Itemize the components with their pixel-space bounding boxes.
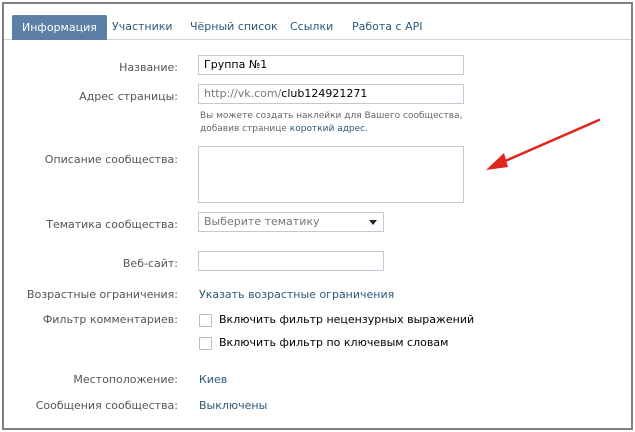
tab-blacklist[interactable]: Чёрный список — [180, 16, 288, 39]
filter-keywords-label[interactable]: Включить фильтр по ключевым словам — [219, 336, 448, 349]
filter-obscene-row[interactable]: Включить фильтр нецензурных выражений — [199, 313, 474, 327]
topic-select[interactable]: Выберите тематику — [198, 212, 384, 232]
tab-bar: Информация Участники Чёрный список Ссылк… — [4, 4, 631, 40]
filter-obscene-checkbox[interactable] — [199, 314, 212, 327]
address-input[interactable]: http://vk.com/club124921271 — [198, 84, 464, 104]
description-textarea[interactable] — [198, 146, 464, 203]
filter-obscene-label[interactable]: Включить фильтр нецензурных выражений — [219, 313, 474, 326]
short-address-link[interactable]: короткий адрес — [290, 124, 365, 134]
website-input[interactable] — [198, 251, 384, 271]
filter-keywords-row[interactable]: Включить фильтр по ключевым словам — [199, 336, 459, 350]
messages-label: Сообщения сообщества: — [35, 399, 178, 412]
filter-label: Фильтр комментариев: — [42, 313, 178, 326]
topic-select-value: Выберите тематику — [204, 215, 320, 228]
tab-api[interactable]: Работа с API — [342, 16, 432, 39]
name-input[interactable]: Группа №1 — [198, 55, 464, 75]
address-hint: Вы можете создать наклейки для Вашего со… — [200, 110, 462, 136]
address-hint-line1: Вы можете создать наклейки для Вашего со… — [200, 111, 463, 121]
tab-information[interactable]: Информация — [12, 15, 107, 40]
address-hint-line2: добавив странице короткий адрес. — [200, 124, 369, 134]
settings-panel: Информация Участники Чёрный список Ссылк… — [2, 2, 633, 430]
tab-links[interactable]: Ссылки — [280, 16, 343, 39]
topic-label: Тематика сообщества: — [46, 218, 178, 231]
location-link[interactable]: Киев — [199, 373, 227, 386]
age-label: Возрастные ограничения: — [27, 288, 178, 301]
description-label: Описание сообщества: — [44, 153, 178, 166]
messages-link[interactable]: Выключены — [199, 399, 267, 412]
tab-members[interactable]: Участники — [102, 16, 183, 39]
address-prefix: http://vk.com/ — [204, 87, 282, 100]
age-restrictions-link[interactable]: Указать возрастные ограничения — [199, 288, 394, 301]
location-label: Местоположение: — [73, 373, 178, 386]
name-input-value: Группа №1 — [204, 58, 268, 71]
name-label: Название: — [119, 61, 178, 74]
chevron-down-icon — [369, 220, 377, 225]
address-value: club124921271 — [281, 87, 368, 100]
website-label: Веб-сайт: — [122, 257, 178, 270]
filter-keywords-checkbox[interactable] — [199, 337, 212, 350]
address-label: Адрес страницы: — [79, 90, 178, 103]
